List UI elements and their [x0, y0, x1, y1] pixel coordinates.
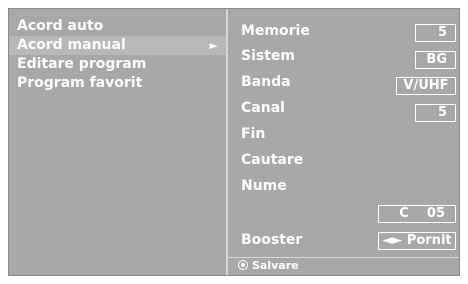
nume-label: Nume — [241, 178, 287, 194]
fin-label[interactable]: Fin — [241, 125, 265, 143]
cautare-label[interactable]: Cautare — [241, 151, 303, 169]
radio-dot-icon — [238, 260, 248, 270]
sistem-label: Sistem — [241, 48, 295, 64]
menu-frame: Acord auto Acord manual ► Editare progra… — [8, 8, 460, 276]
main-menu-panel: Acord auto Acord manual ► Editare progra… — [9, 9, 226, 275]
banda-value[interactable]: V/UHF — [396, 77, 456, 95]
booster-label: Booster — [241, 232, 303, 248]
menu-item-label: Program favorit — [17, 75, 143, 91]
nume-value[interactable]: C 05 — [378, 205, 456, 223]
menu-item-editare-program[interactable]: Editare program — [9, 55, 226, 74]
tv-menu-screen: Acord auto Acord manual ► Editare progra… — [0, 0, 468, 284]
banda-label: Banda — [241, 74, 291, 90]
save-hint-label: Salvare — [252, 259, 299, 272]
menu-item-program-favorit[interactable]: Program favorit — [9, 74, 226, 93]
manual-tuning-panel: Memorie 5 Sistem BG Banda V/UHF Canal 5 … — [228, 9, 459, 275]
memorie-value[interactable]: 5 — [415, 24, 456, 42]
memorie-label: Memorie — [241, 23, 310, 39]
canal-value[interactable]: 5 — [415, 104, 456, 122]
booster-toggle[interactable]: ◄► Pornit — [378, 232, 456, 250]
menu-item-label: Editare program — [17, 56, 147, 72]
menu-item-acord-manual[interactable]: Acord manual ► — [9, 36, 226, 55]
sistem-value[interactable]: BG — [415, 51, 456, 69]
menu-item-label: Acord manual — [17, 37, 126, 53]
menu-item-label: Acord auto — [17, 18, 104, 34]
arrow-right-icon: ► — [209, 39, 218, 52]
footer-divider — [228, 257, 459, 258]
canal-label: Canal — [241, 100, 285, 116]
menu-item-acord-auto[interactable]: Acord auto — [9, 17, 226, 36]
footer-hint: Salvare — [238, 259, 299, 273]
